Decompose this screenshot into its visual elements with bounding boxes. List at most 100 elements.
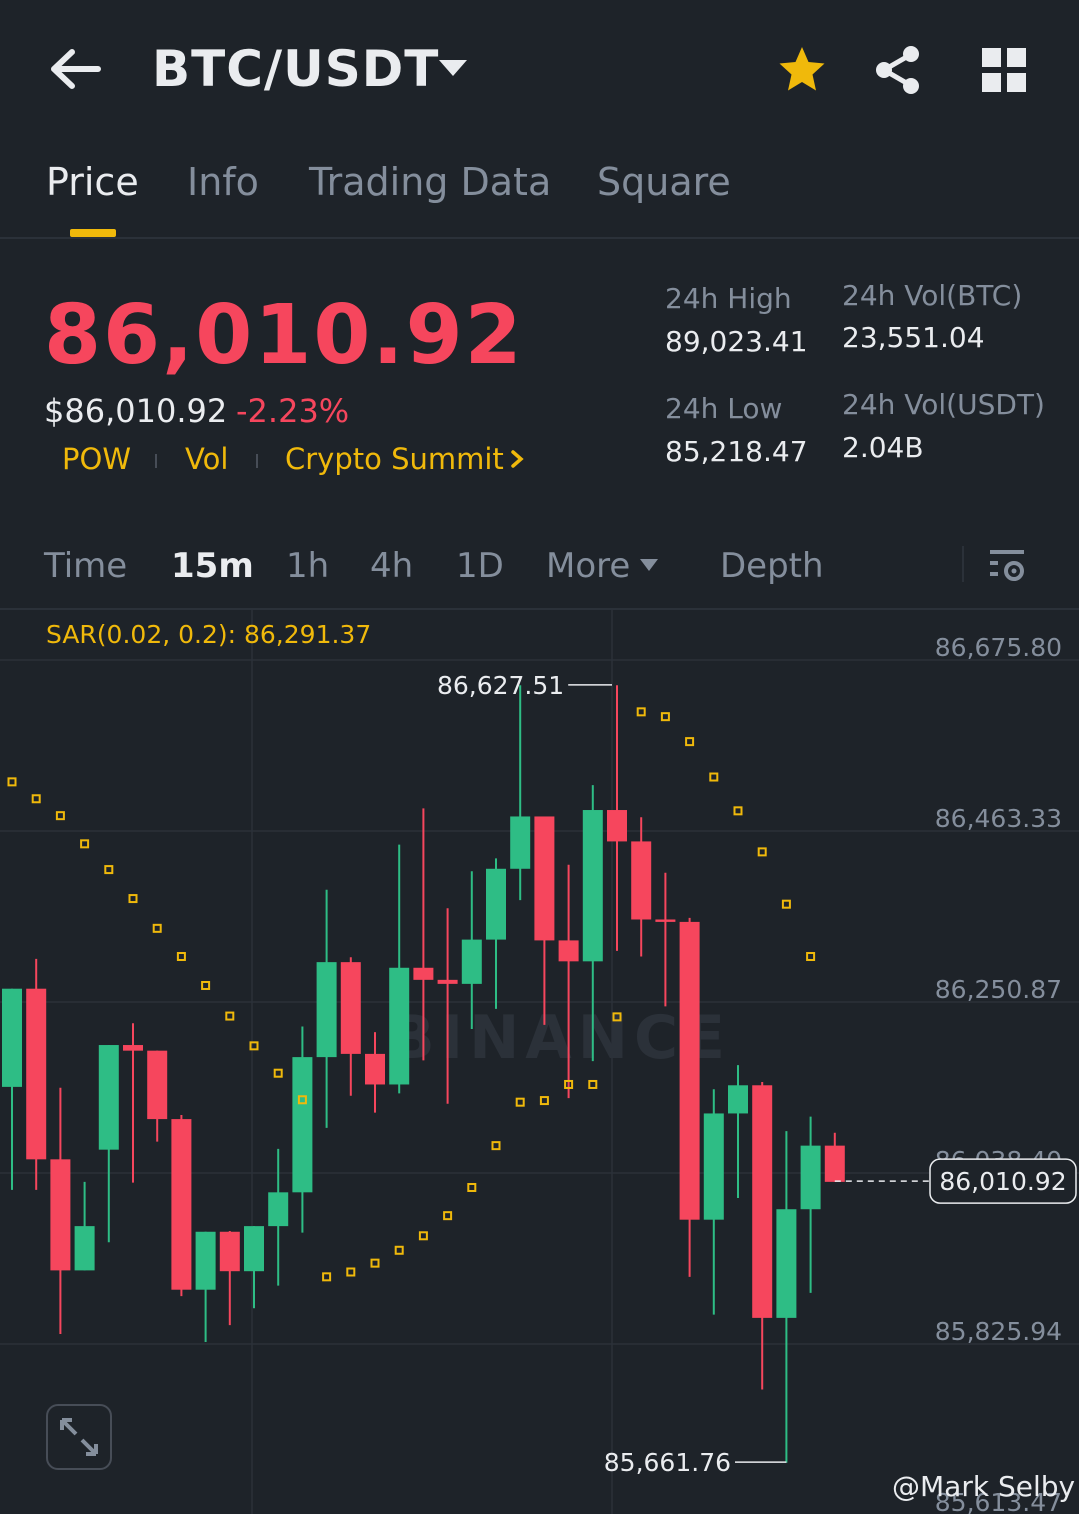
candle-body [244,1226,264,1272]
candle-body [268,1192,289,1227]
candle-body [800,1145,821,1210]
sar-dot [346,1267,356,1277]
share-icon[interactable] [872,44,924,96]
stat-vol-btc-value: 23,551.04 [842,321,985,354]
expand-icon [60,1418,98,1456]
pair-title[interactable]: BTC/USDT [152,40,439,98]
interval-1d[interactable]: 1D [456,546,504,586]
sar-dot [394,1245,404,1255]
interval-time[interactable]: Time [44,546,127,586]
tabs-divider [0,237,1079,239]
sar-dot [491,1141,501,1151]
y-axis-tick-label: 86,463.33 [935,804,1062,833]
back-arrow-icon[interactable] [48,44,104,94]
sar-dot [539,1096,549,1106]
sar-dot [273,1068,283,1078]
star-icon[interactable] [776,44,828,96]
tag-separator [155,454,157,468]
candle-body [98,1045,119,1150]
sar-dot [152,923,162,933]
sar-dot [588,1079,598,1089]
candle-body [461,939,482,984]
tab-price[interactable]: Price [46,160,139,204]
sar-dot [443,1211,453,1221]
candle-body [365,1053,385,1085]
chevron-right-icon[interactable] [508,444,528,474]
candle-body [413,967,434,980]
usd-price: $86,010.92 [44,392,228,430]
tag-crypto-summit[interactable]: Crypto Summit [285,442,504,476]
y-axis-tick-label: 86,250.87 [935,975,1062,1004]
tag-separator [256,454,258,468]
sar-dot [685,737,695,747]
stat-low-value: 85,218.47 [665,435,808,468]
sar-dot [7,777,17,787]
candlestick-chart[interactable]: 86,675.8086,463.3386,250.8786,038.4085,8… [0,610,1079,1514]
candle-body [558,940,579,962]
candle-body [510,816,531,869]
stat-low-label: 24h Low [665,392,783,425]
stat-vol-usdt-label: 24h Vol(USDT) [842,388,1045,421]
candle-body [582,810,603,962]
candle-body [389,967,410,1085]
sar-dot [733,806,743,816]
tag-vol[interactable]: Vol [185,442,228,476]
high-marker-label: 86,627.51 [437,671,564,700]
sar-dot [781,899,791,909]
sar-dot [31,794,41,804]
candle-body [219,1231,240,1272]
candle-body [171,1119,192,1290]
stat-vol-btc-label: 24h Vol(BTC) [842,279,1023,312]
dropdown-caret-icon[interactable] [436,56,470,80]
sar-dot [370,1258,380,1268]
candle-body [2,988,22,1087]
candle-body [534,816,555,941]
sar-dot [660,712,670,722]
chart-settings-icon[interactable] [986,544,1028,586]
candle-body [123,1045,143,1051]
interval-1h[interactable]: 1h [286,546,329,586]
grid-icon[interactable] [980,46,1028,94]
sar-dot [418,1231,428,1241]
candle-body [50,1159,71,1271]
stat-high-value: 89,023.41 [665,325,808,358]
sar-dot [515,1097,525,1107]
timebar-separator [962,546,964,582]
sar-dot [201,980,211,990]
tab-info[interactable]: Info [187,160,259,204]
author-watermark: @Mark Selby [892,1470,1076,1503]
candle-body [26,988,47,1160]
depth-tab[interactable]: Depth [720,546,824,586]
candle-body [292,1057,313,1193]
tab-trading-data[interactable]: Trading Data [309,160,551,204]
sar-dot [757,847,767,857]
sar-dot [176,952,186,962]
candle-body [195,1231,216,1290]
tag-pow[interactable]: POW [62,442,131,476]
more-caret-icon[interactable] [638,557,660,573]
candle-body [728,1085,748,1114]
candle-body [607,810,627,842]
candle-body [679,921,700,1220]
current-price-label: 86,010.92 [939,1167,1066,1196]
interval-4h[interactable]: 4h [370,546,413,586]
sar-dot [709,772,719,782]
active-tab-indicator [70,229,116,237]
candle-body [147,1050,168,1120]
candle-body [703,1113,724,1220]
candle-body [655,919,676,922]
interval-more[interactable]: More [546,546,630,586]
candle-body [486,868,506,940]
candle-body [631,841,652,920]
candle-body [340,962,361,1054]
candle-body [752,1085,773,1318]
sar-dot [104,865,114,875]
candle-body [776,1209,797,1318]
stat-vol-usdt-value: 2.04B [842,431,924,464]
sar-dot [322,1272,332,1282]
tab-square[interactable]: Square [597,160,731,204]
last-price: 86,010.92 [44,288,524,383]
expand-chart-button[interactable] [46,1404,112,1470]
interval-15m[interactable]: 15m [171,546,254,586]
sar-dot [636,707,646,717]
